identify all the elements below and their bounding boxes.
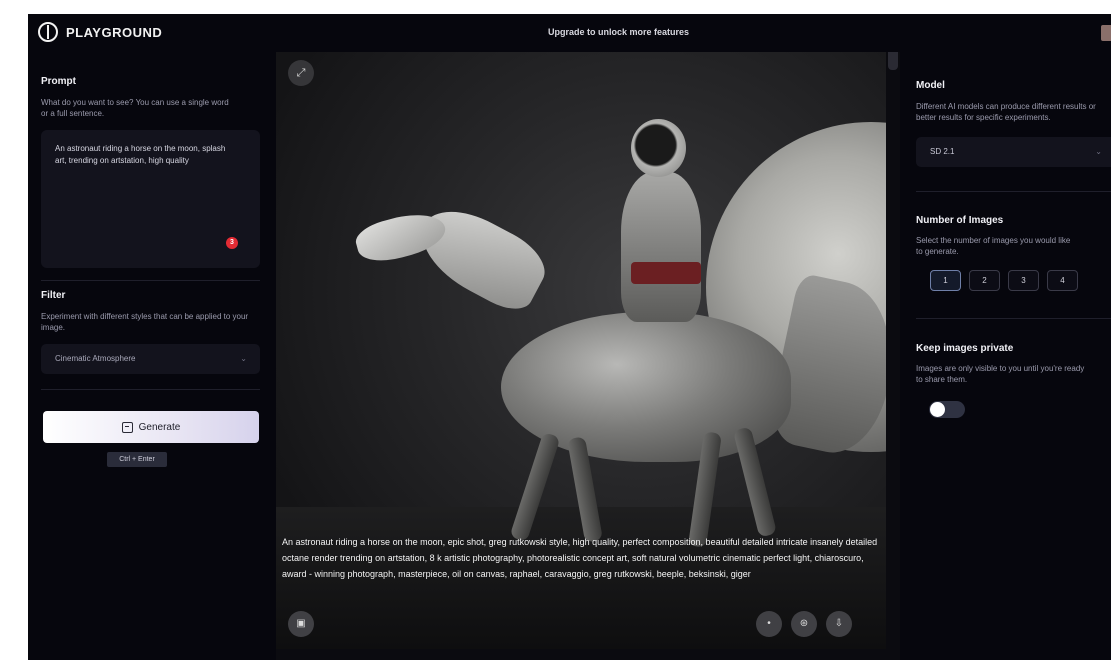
astronaut-shape: [621, 172, 701, 322]
image-caption: An astronaut riding a horse on the moon,…: [282, 537, 878, 579]
collapse-panel-tab[interactable]: [888, 52, 898, 70]
red-sash-shape: [631, 262, 701, 284]
account-button[interactable]: [1101, 25, 1111, 41]
model-title: Model: [916, 80, 945, 91]
logo[interactable]: PLAYGROUND: [38, 22, 162, 42]
helmet-shape: [631, 119, 686, 177]
app-window: PLAYGROUND Upgrade to unlock more featur…: [0, 0, 1111, 660]
image-viewer: ⤢ An astronaut riding a horse on the moo…: [276, 52, 900, 660]
prompt-input[interactable]: An astronaut riding a horse on the moon,…: [41, 130, 260, 268]
prompt-text[interactable]: An astronaut riding a horse on the moon,…: [55, 143, 235, 167]
upgrade-banner-text[interactable]: Upgrade to unlock more features: [548, 27, 689, 37]
private-images-title: Keep images private: [916, 343, 1014, 354]
filter-description: Experiment with different styles that ca…: [41, 312, 249, 332]
top-bar: PLAYGROUND Upgrade to unlock more featur…: [28, 14, 1111, 52]
generated-image[interactable]: ⤢ An astronaut riding a horse on the moo…: [276, 52, 900, 649]
filter-select[interactable]: Cinematic Atmosphere ⌄: [41, 344, 260, 374]
expand-icon[interactable]: ⤢: [288, 60, 314, 86]
images-option-2[interactable]: 2: [969, 270, 1000, 291]
sparkle-icon: [121, 421, 133, 433]
toggle-knob: [930, 402, 945, 417]
filter-selected-value: Cinematic Atmosphere: [55, 354, 136, 363]
generate-label: Generate: [138, 421, 181, 433]
playground-logo-icon: [38, 22, 58, 42]
model-description: Different AI models can produce differen…: [916, 102, 1096, 122]
shortcut-hint: Ctrl + Enter: [107, 452, 167, 467]
private-images-toggle[interactable]: [929, 401, 965, 418]
filter-title: Filter: [41, 290, 66, 301]
trash-icon[interactable]: ▣: [288, 611, 314, 637]
images-option-1[interactable]: 1: [930, 270, 961, 291]
horse-neck-shape: [407, 195, 555, 319]
variations-icon[interactable]: ⊛: [791, 611, 817, 637]
number-of-images-title: Number of Images: [916, 215, 1004, 226]
divider: [916, 191, 1111, 192]
number-of-images-description: Select the number of images you would li…: [916, 236, 1071, 256]
download-icon[interactable]: ⇩: [826, 611, 852, 637]
spelling-error-badge[interactable]: 3: [226, 237, 238, 249]
right-sidebar: Model Different AI models can produce di…: [900, 52, 1111, 660]
images-option-4[interactable]: 4: [1047, 270, 1078, 291]
left-sidebar: Prompt What do you want to see? You can …: [28, 52, 276, 660]
images-option-3[interactable]: 3: [1008, 270, 1039, 291]
private-images-description: Images are only visible to you until you…: [916, 364, 1085, 384]
scroll-track: [886, 52, 900, 660]
divider: [41, 389, 260, 390]
model-select[interactable]: SD 2.1 ⌄: [916, 137, 1111, 167]
prompt-title: Prompt: [41, 76, 76, 87]
chevron-down-icon: ⌄: [240, 354, 247, 363]
generate-button[interactable]: Generate: [43, 411, 259, 443]
prompt-description: What do you want to see? You can use a s…: [41, 98, 229, 118]
number-of-images-options: 1 2 3 4: [930, 270, 1078, 291]
chevron-down-icon: ⌄: [1095, 147, 1102, 156]
model-selected-value: SD 2.1: [930, 147, 955, 156]
divider: [916, 318, 1111, 319]
divider: [41, 280, 260, 281]
logo-text: PLAYGROUND: [66, 24, 163, 40]
info-icon[interactable]: •: [756, 611, 782, 637]
